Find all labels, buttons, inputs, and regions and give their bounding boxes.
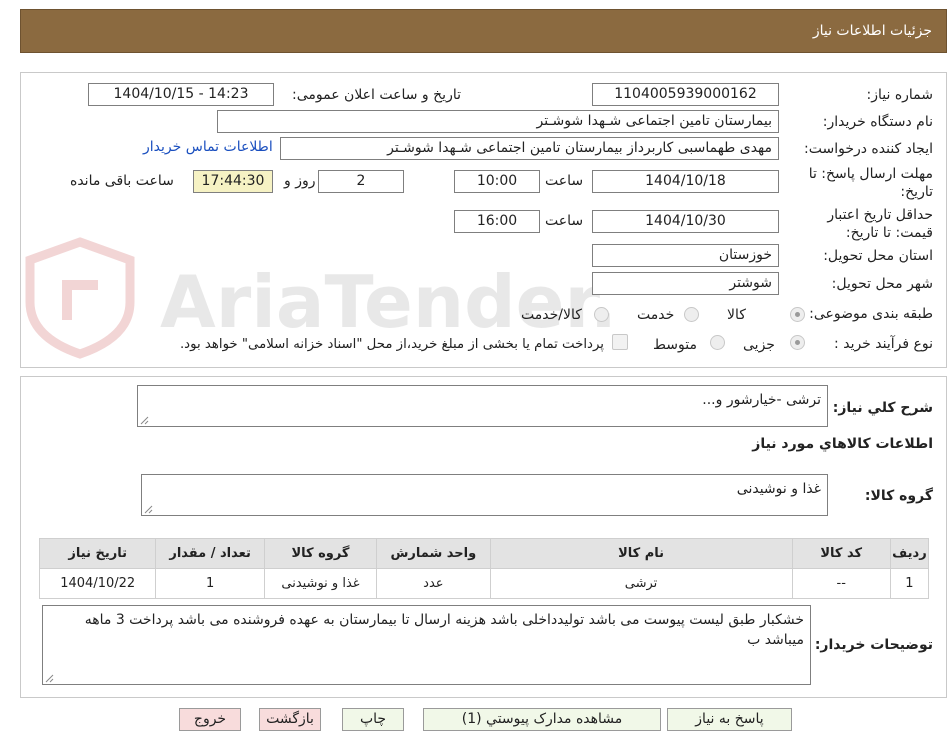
items-table: رديف کد کالا نام کالا واحد شمارش گروه کا… — [38, 538, 930, 599]
table-header-row: رديف کد کالا نام کالا واحد شمارش گروه کا… — [38, 538, 930, 569]
buyer-org-field: بیمارستان تامین اجتماعی شـهدا شوشـتر — [217, 110, 779, 133]
remaining-label: ساعت باقی مانده — [70, 173, 174, 189]
province-field: خوزستان — [592, 244, 779, 267]
creator-label: ایجاد کننده درخواست: — [804, 141, 933, 157]
description-label: شرح کلي نياز: — [832, 400, 933, 416]
goods-group-text: غذا و نوشیدنی — [736, 481, 821, 497]
province-label: استان محل تحویل: — [823, 248, 933, 264]
process-radio-minor[interactable] — [790, 335, 805, 350]
resize-grip-icon[interactable] — [144, 505, 153, 514]
validity-date-field: 1404/10/30 — [592, 210, 779, 233]
process-option-minor: جزیی — [743, 337, 775, 353]
page-header: جزئیات اطلاعات نیاز — [20, 9, 947, 53]
category-option-service: خدمت — [637, 307, 675, 323]
validity-time-field: 16:00 — [454, 210, 540, 233]
validity-label: حداقل تاریخ اعتبار قیمت: تا تاریخ: — [827, 207, 933, 241]
days-label: روز و — [284, 173, 316, 189]
process-radio-medium[interactable] — [710, 335, 725, 350]
goods-group-textarea[interactable]: غذا و نوشیدنی — [141, 474, 828, 516]
goods-info-title: اطلاعات کالاهاي مورد نياز — [752, 436, 933, 452]
view-attachments-button[interactable]: مشاهده مدارک پیوستي (1) — [423, 708, 661, 731]
category-radio-goods-service[interactable] — [594, 307, 609, 322]
exit-button[interactable]: خروج — [179, 708, 241, 731]
remaining-time-field: 17:44:30 — [193, 170, 273, 193]
buyer-notes-label: توضیحات خریدار: — [814, 637, 933, 653]
buyer-org-label: نام دستگاه خریدار: — [822, 114, 933, 130]
description-textarea[interactable]: ترشی -خیارشور و... — [137, 385, 828, 427]
buyer-notes-text: خشکبار طبق لیست پیوست می باشد تولیدداخلی… — [84, 612, 804, 648]
column-header: تاريخ نياز — [38, 538, 157, 569]
category-radio-service[interactable] — [684, 307, 699, 322]
buyer-contact-link[interactable]: اطلاعات تماس خریدار — [143, 139, 273, 155]
column-header: رديف — [889, 538, 930, 569]
resize-grip-icon[interactable] — [45, 674, 54, 683]
creator-field: مهدی طهماسبی کاربرداز بیمارستان تامین اج… — [280, 137, 779, 160]
table-cell: غذا و نوشیدنی — [263, 568, 378, 599]
process-option-medium: متوسط — [653, 337, 697, 353]
table-row: 1 -- ترشی عدد غذا و نوشیدنی 1 1404/10/22 — [38, 568, 930, 599]
city-label: شهر محل تحویل: — [831, 276, 933, 292]
back-button[interactable]: بازگشت — [259, 708, 321, 731]
column-header: واحد شمارش — [376, 538, 491, 569]
column-header: گروه کالا — [263, 538, 378, 569]
category-option-goods: کالا — [727, 307, 746, 323]
announce-datetime-field: 1404/10/15 - 14:23 — [88, 83, 274, 106]
need-number-label: شماره نیاز: — [866, 87, 934, 103]
table-cell: عدد — [376, 568, 491, 599]
deadline-label: مهلت ارسال پاسخ: تا تاریخ: — [808, 166, 933, 200]
description-text: ترشی -خیارشور و... — [702, 392, 821, 408]
column-header: کد کالا — [791, 538, 891, 569]
category-option-goods-service: کالا/خدمت — [521, 307, 582, 323]
validity-time-label: ساعت — [545, 213, 584, 229]
deadline-time-label: ساعت — [545, 173, 584, 189]
table-cell: -- — [791, 568, 891, 599]
process-label: نوع فرآیند خرید : — [834, 336, 933, 352]
deadline-date-field: 1404/10/18 — [592, 170, 779, 193]
treasury-payment-note: پرداخت تمام یا بخشی از مبلغ خرید،از محل … — [179, 337, 604, 352]
announce-label: تاریخ و ساعت اعلان عمومی: — [292, 87, 461, 103]
city-field: شوشتر — [592, 272, 779, 295]
need-number-field: 1104005939000162 — [592, 83, 779, 106]
column-header: تعداد / مقدار — [155, 538, 265, 569]
category-radio-goods[interactable] — [790, 307, 805, 322]
reply-button[interactable]: پاسخ به نیاز — [667, 708, 792, 731]
print-button[interactable]: چاپ — [342, 708, 404, 731]
resize-grip-icon[interactable] — [140, 416, 149, 425]
buyer-notes-textarea[interactable]: خشکبار طبق لیست پیوست می باشد تولیدداخلی… — [42, 605, 811, 685]
table-cell: 1404/10/22 — [38, 568, 157, 599]
deadline-time-field: 10:00 — [454, 170, 540, 193]
page-title: جزئیات اطلاعات نیاز — [812, 23, 932, 39]
category-label: طبقه بندی موضوعی: — [809, 306, 933, 322]
treasury-payment-checkbox[interactable] — [612, 334, 628, 350]
items-table-container: رديف کد کالا نام کالا واحد شمارش گروه کا… — [38, 538, 930, 599]
days-remaining-field: 2 — [318, 170, 404, 193]
goods-group-label: گروه کالا: — [864, 488, 933, 504]
table-cell: ترشی — [489, 568, 793, 599]
table-cell: 1 — [889, 568, 930, 599]
table-cell: 1 — [155, 568, 265, 599]
column-header: نام کالا — [489, 538, 793, 569]
